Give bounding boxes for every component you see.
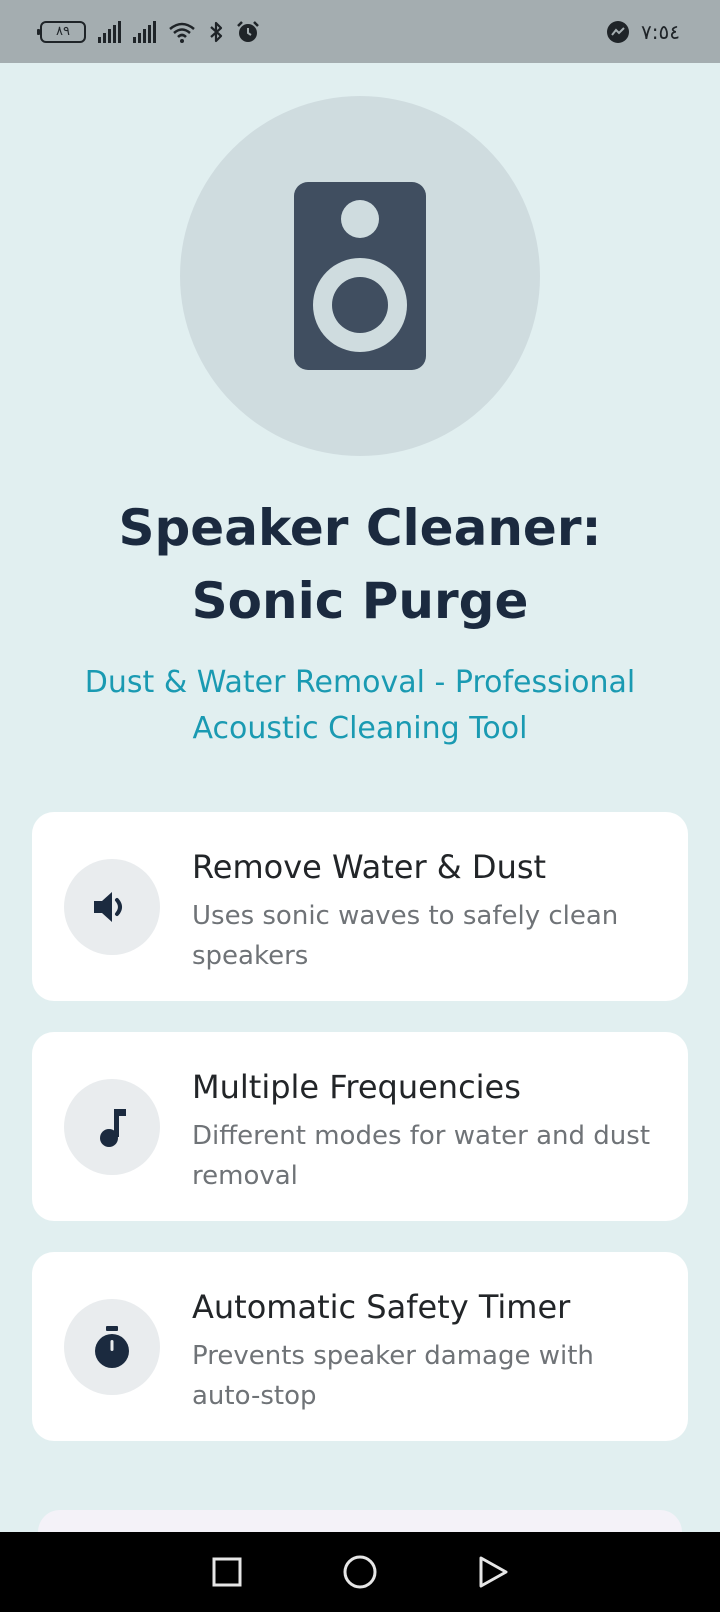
wifi-icon (169, 22, 195, 43)
feature-card-safety-timer[interactable]: Automatic Safety Timer Prevents speaker … (32, 1252, 688, 1441)
feature-description: Different modes for water and dust remov… (192, 1121, 651, 1191)
home-button[interactable] (336, 1548, 384, 1596)
bluetooth-icon (210, 21, 223, 42)
page-subtitle: Dust & Water Removal - Professional Acou… (84, 665, 636, 746)
music-note-icon (100, 1109, 126, 1147)
navigation-bar (0, 1532, 720, 1612)
feature-card-frequencies[interactable]: Multiple Frequencies Different modes for… (32, 1032, 688, 1221)
battery-icon: ٨٩ (37, 20, 86, 43)
speaker-volume-icon (94, 892, 122, 922)
clock: ٧:٥٤ (641, 19, 680, 44)
feature-title: Multiple Frequencies (192, 1068, 521, 1106)
status-right: ٧:٥٤ (607, 20, 680, 44)
feature-description: Uses sonic waves to safely clean speaker… (192, 901, 619, 971)
feature-icon-container (64, 1079, 160, 1175)
feature-card-remove-water[interactable]: Remove Water & Dust Uses sonic waves to … (32, 812, 688, 1001)
recent-apps-icon (212, 1557, 242, 1587)
feature-icon-container (64, 859, 160, 955)
messenger-icon (607, 20, 630, 43)
feature-title: Remove Water & Dust (192, 848, 547, 886)
back-icon (479, 1556, 508, 1588)
hero-speaker-illustration (180, 96, 540, 456)
speaker-icon (294, 182, 426, 370)
signal-icon (133, 20, 156, 43)
stopwatch-icon (95, 1326, 129, 1368)
home-icon (343, 1555, 377, 1589)
status-left: ٨٩ (37, 20, 260, 44)
signal-icon (98, 20, 121, 43)
page-title: Speaker Cleaner: Sonic Purge (118, 499, 602, 630)
battery-level: ٨٩ (56, 24, 70, 39)
feature-description: Prevents speaker damage with auto-stop (192, 1341, 594, 1411)
back-button[interactable] (469, 1548, 517, 1596)
recent-apps-button[interactable] (203, 1548, 251, 1596)
status-bar: ٨٩ ٧:٥٤ (0, 0, 720, 63)
feature-title: Automatic Safety Timer (192, 1288, 571, 1326)
alarm-icon (237, 20, 259, 42)
feature-icon-container (64, 1299, 160, 1395)
